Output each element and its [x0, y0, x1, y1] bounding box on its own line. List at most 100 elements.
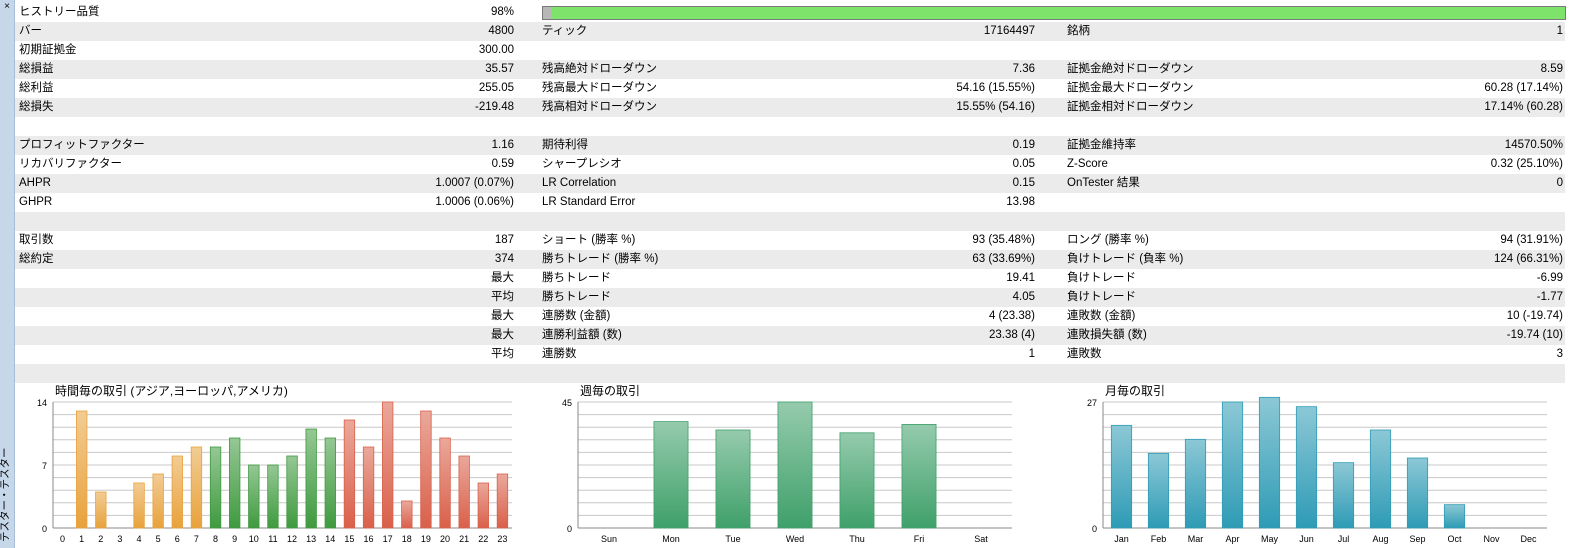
stat-label: GHPR [19, 196, 53, 208]
stat-label: AHPR [19, 177, 51, 189]
bar [248, 464, 260, 529]
x-tick-label: 7 [194, 534, 199, 544]
history-quality-bar-remainder [543, 7, 552, 19]
stat-value: 平均 [491, 348, 514, 360]
side-tab[interactable]: テスター・テスター [0, 448, 13, 543]
stat-label: 連勝数 [542, 348, 577, 360]
stat-value: 60.28 (17.14%) [1484, 82, 1563, 94]
x-tick-label: 20 [440, 534, 450, 544]
x-tick-label: Jun [1299, 534, 1314, 544]
stat-label: リカバリファクター [19, 158, 123, 170]
x-tick-label: 3 [117, 534, 122, 544]
stat-value: 35.57 [485, 63, 514, 75]
report-row [15, 212, 1565, 231]
stat-value: 63 (33.69%) [972, 253, 1035, 265]
bar [401, 500, 413, 529]
stat-label: 連敗損失額 (数) [1067, 329, 1147, 341]
stat-label: 連敗数 (金額) [1067, 310, 1136, 322]
close-icon[interactable]: × [1, 1, 13, 13]
report-row: 最大 勝ちトレード 19.41 負けトレード -6.99 [15, 269, 1565, 288]
bar [229, 437, 241, 529]
x-tick-label: 19 [421, 534, 431, 544]
stat-value: 0.15 [1012, 177, 1035, 189]
stat-label: 銘柄 [1067, 25, 1090, 37]
bar [839, 432, 875, 529]
chart-title: 月毎の取引 [1105, 384, 1166, 398]
bar [420, 410, 432, 529]
report-table: ヒストリー品質 98% バー 4800 ティック 17164497 銘柄 1 初期証拠金 300.… [15, 3, 1566, 383]
x-tick-label: 2 [98, 534, 103, 544]
stat-label: ロング (勝率 %) [1067, 234, 1149, 246]
report-row: 最大 連勝数 (金額) 4 (23.38) 連敗数 (金額) 10 (-19.74) [15, 307, 1565, 326]
bar [152, 473, 164, 529]
stat-value: 17164497 [983, 25, 1035, 37]
stat-label: Z-Score [1067, 158, 1108, 170]
y-tick-label: 0 [567, 524, 572, 534]
x-tick-label: 23 [497, 534, 507, 544]
bar [209, 446, 222, 529]
x-tick-label: 21 [459, 534, 469, 544]
x-tick-label: Tue [725, 534, 740, 544]
x-tick-label: Mar [1188, 534, 1204, 544]
bar [653, 421, 689, 529]
stat-value: 0 [1556, 177, 1563, 189]
hourly-trades-chart: 0 7 14 0 1 2 3 4 5 6 7 8 9 10 11 12 13 14 15 16 17 18 19 20 21 22… [15, 378, 520, 548]
x-tick-label: 8 [213, 534, 218, 544]
x-tick-label: Jan [1114, 534, 1129, 544]
stat-value: 10 (-19.74) [1506, 310, 1563, 322]
bar [324, 437, 336, 529]
stat-label: 残高相対ドローダウン [542, 101, 657, 113]
stat-value: 最大 [491, 272, 514, 284]
stat-label: 証拠金維持率 [1067, 139, 1136, 151]
bar [190, 446, 203, 529]
bar [382, 401, 394, 529]
stat-value: 0.59 [491, 158, 514, 170]
stat-label: 勝ちトレード (勝率 %) [542, 253, 659, 265]
x-tick-label: Sep [1409, 534, 1425, 544]
x-tick-label: 11 [268, 534, 277, 544]
bar [1258, 396, 1281, 529]
report-row: 総約定 374 勝ちトレード (勝率 %) 63 (33.69%) 負けトレード (負率… [15, 250, 1565, 269]
x-tick-label: Sun [601, 534, 617, 544]
stat-label: 期待利得 [542, 139, 588, 151]
stat-value: 1 [1556, 25, 1563, 37]
stat-label: 総損益 [19, 63, 54, 75]
report-row: 初期証拠金 300.00 [15, 41, 1565, 60]
chart-svg: 07140 1 2 3 4 5 6 7 8 9 10 11 12 13 14 15 16 17 18 19 20 21 22… [37, 398, 512, 544]
x-tick-label: 4 [137, 534, 142, 544]
x-tick-label: 9 [232, 534, 237, 544]
y-tick-label: 45 [562, 398, 572, 408]
x-tick-label: 5 [156, 534, 161, 544]
x-tick-label: 6 [175, 534, 180, 544]
bar [439, 437, 451, 529]
bar [496, 473, 509, 529]
x-tick-label: Oct [1447, 534, 1462, 544]
stat-label: プロフィットファクター [19, 139, 145, 151]
x-tick-label: 22 [478, 534, 488, 544]
stat-label: 残高絶対ドローダウン [542, 63, 657, 75]
x-tick-label: 18 [402, 534, 412, 544]
stat-label: 総利益 [19, 82, 54, 94]
stat-value: 19.41 [1006, 272, 1035, 284]
stat-value: 374 [494, 253, 514, 265]
x-tick-label: Apr [1225, 534, 1239, 544]
chart-title: 時間毎の取引 (アジア,ヨーロッパ,アメリカ) [55, 384, 288, 398]
stat-value: 0.19 [1012, 139, 1035, 151]
bar [305, 428, 317, 529]
bar [715, 429, 751, 529]
bar [362, 446, 375, 529]
y-tick-label: 0 [1092, 524, 1097, 534]
x-tick-label: 13 [306, 534, 316, 544]
y-tick-label: 27 [1087, 398, 1097, 408]
stat-value: 1.0007 (0.07%) [435, 177, 514, 189]
stat-label: 連勝数 (金額) [542, 310, 611, 322]
bar [1110, 424, 1133, 529]
bar [267, 464, 279, 529]
stat-value: 187 [494, 234, 514, 246]
report-row: 取引数 187 ショート (勝率 %) 93 (35.48%) ロング (勝率 %) 94… [15, 231, 1565, 250]
stat-value: 94 (31.91%) [1500, 234, 1563, 246]
bar [458, 455, 470, 529]
report-row: 総利益 255.05 残高最大ドローダウン 54.16 (15.55%) 証拠金最大ドロ… [15, 79, 1565, 98]
stat-label: LR Correlation [542, 177, 617, 189]
report-row: 平均 連勝数 1 連敗数 3 [15, 345, 1565, 364]
